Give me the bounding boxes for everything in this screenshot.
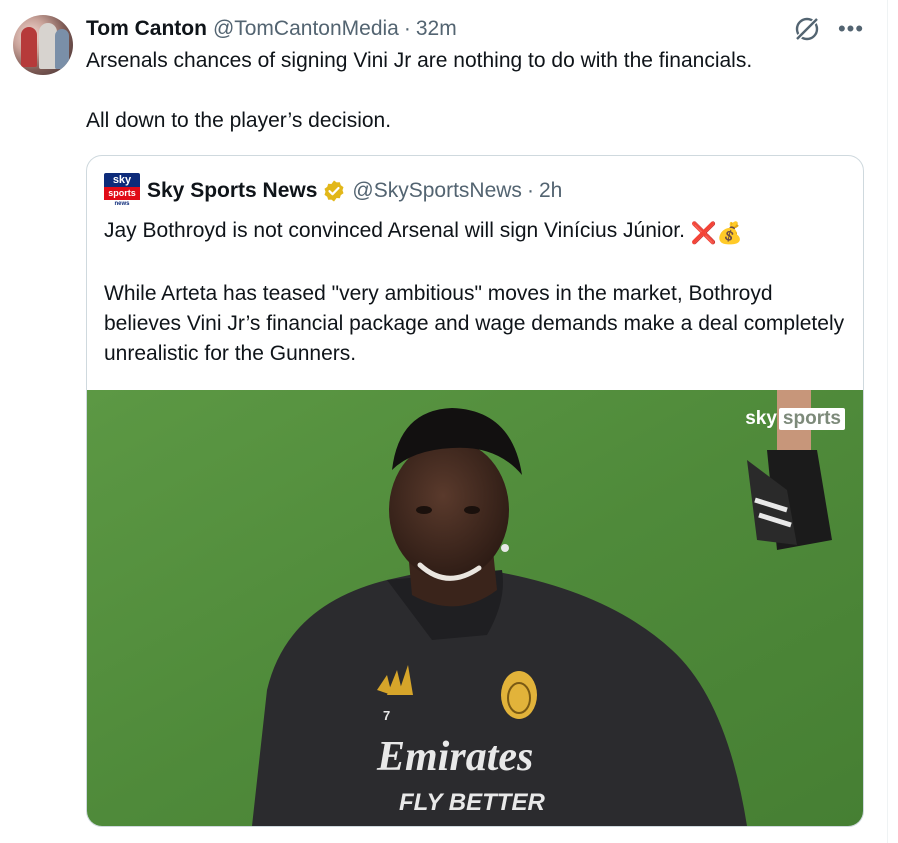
tweet-page: Tom Canton @TomCantonMedia · 32m ••• Ars…: [0, 0, 898, 843]
timeline-divider: [887, 0, 888, 843]
money-bag-icon: 💰: [716, 222, 744, 245]
quote-text-line: Jay Bothroyd is not convinced Arsenal wi…: [104, 219, 685, 242]
quote-media-image[interactable]: Emirates FLY BETTER 7 sky sports: [87, 390, 863, 826]
author-handle[interactable]: @TomCantonMedia: [213, 17, 399, 41]
quote-text: Jay Bothroyd is not convinced Arsenal wi…: [104, 216, 854, 369]
quote-paragraph-2: While Arteta has teased "very ambitious"…: [104, 282, 845, 365]
separator-dot: ·: [403, 17, 411, 40]
tweet-timestamp[interactable]: 32m: [416, 17, 457, 41]
cross-mark-icon: ❌: [690, 222, 717, 245]
tweet-text-line: Arsenals chances of signing Vini Jr are …: [86, 49, 753, 72]
quote-timestamp[interactable]: 2h: [539, 179, 562, 203]
author-name[interactable]: Tom Canton: [86, 17, 207, 41]
shirt-number-text: 7: [383, 708, 390, 723]
quote-author-name[interactable]: Sky Sports News: [147, 179, 317, 203]
tweet-header: Tom Canton @TomCantonMedia · 32m: [86, 15, 457, 43]
quote-header: sky sports news Sky Sports News @SkySpor…: [104, 173, 562, 209]
shirt-sponsor-text: Emirates: [376, 734, 533, 780]
sky-sports-watermark: sky sports: [745, 408, 845, 430]
grok-icon[interactable]: [792, 14, 822, 44]
tweet-text: Arsenals chances of signing Vini Jr are …: [86, 46, 866, 136]
quote-author-handle[interactable]: @SkySportsNews: [352, 179, 522, 203]
quote-tweet-card[interactable]: sky sports news Sky Sports News @SkySpor…: [86, 155, 864, 827]
quote-paragraph-1: Jay Bothroyd is not convinced Arsenal wi…: [104, 216, 854, 249]
verified-badge-icon: [324, 180, 344, 202]
sky-sports-news-avatar[interactable]: sky sports news: [104, 173, 140, 209]
shirt-tagline-text: FLY BETTER: [399, 789, 545, 816]
tweet-actions-top: •••: [792, 14, 866, 44]
tweet-text-line: All down to the player’s decision.: [86, 109, 392, 132]
avatar[interactable]: [13, 15, 73, 75]
more-icon[interactable]: •••: [836, 14, 866, 44]
separator-dot: ·: [526, 179, 534, 202]
